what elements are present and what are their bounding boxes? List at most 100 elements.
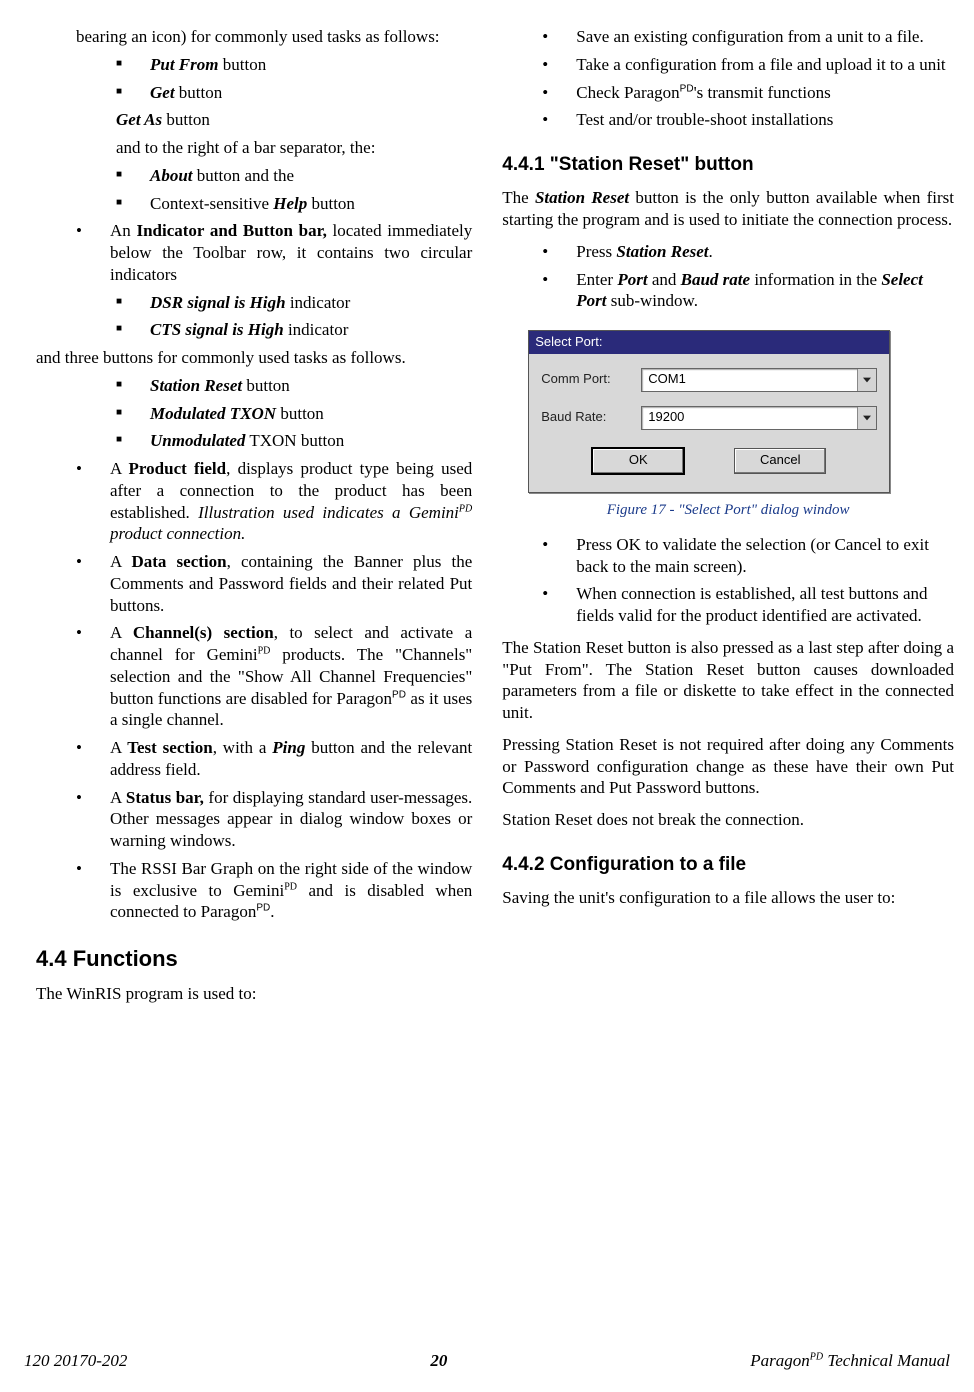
list-text: A Channel(s) section, to select and acti… <box>110 622 472 731</box>
station-reset-p3: Pressing Station Reset is not required a… <box>502 734 954 799</box>
chevron-down-icon[interactable] <box>857 369 876 391</box>
figure-caption: Figure 17 - "Select Port" dialog window <box>502 501 954 520</box>
sub-list-text: Context-sensitive Help button <box>150 193 472 215</box>
sub-list-item: ■CTS signal is High indicator <box>36 319 472 341</box>
bullet-dot: • <box>76 551 110 616</box>
bullet-dot: • <box>76 220 110 285</box>
baud-rate-combo[interactable]: 19200 <box>641 406 877 430</box>
list-item: •Enter Port and Baud rate information in… <box>502 269 954 313</box>
square-bullet-icon: ■ <box>116 292 150 314</box>
sub-list-text: Get button <box>150 82 472 104</box>
bullet-dot: • <box>542 269 576 313</box>
three-buttons-note: and three buttons for commonly used task… <box>36 347 472 369</box>
sub-list-text: Station Reset button <box>150 375 472 397</box>
left-column: bearing an icon) for commonly used tasks… <box>20 20 472 1342</box>
bullet-dot: • <box>542 241 576 263</box>
dialog-body: Comm Port: COM1 Baud Rate: 192 <box>529 354 889 492</box>
getas-line: Get As button <box>36 109 472 131</box>
list-text: A Data section, containing the Banner pl… <box>110 551 472 616</box>
page-number: 20 <box>430 1350 447 1372</box>
heading-station-reset: 4.4.1 "Station Reset" button <box>502 153 954 177</box>
sub-list-text: Modulated TXON button <box>150 403 472 425</box>
square-bullet-icon: ■ <box>116 319 150 341</box>
square-bullet-icon: ■ <box>116 375 150 397</box>
list-text: A Test section, with a Ping button and t… <box>110 737 472 781</box>
sub-list-item: ■Modulated TXON button <box>36 403 472 425</box>
sub-list-item: ■Get button <box>36 82 472 104</box>
right-column: •Save an existing configuration from a u… <box>502 20 954 1342</box>
page: bearing an icon) for commonly used tasks… <box>0 0 974 1392</box>
dialog-buttons: OK Cancel <box>541 444 877 484</box>
sub-list-item: ■Put From button <box>36 54 472 76</box>
sub-list-text: About button and the <box>150 165 472 187</box>
list-item: •When connection is established, all tes… <box>502 583 954 627</box>
bullet-dot: • <box>76 737 110 781</box>
functions-intro: The WinRIS program is used to: <box>36 983 472 1005</box>
square-bullet-icon: ■ <box>116 193 150 215</box>
chevron-down-icon[interactable] <box>857 407 876 429</box>
list-text: Test and/or trouble-shoot installations <box>576 109 954 131</box>
comm-port-combo[interactable]: COM1 <box>641 368 877 392</box>
list-item: •A Status bar, for displaying standard u… <box>36 787 472 852</box>
square-bullet-icon: ■ <box>116 165 150 187</box>
list-item: •Take a configuration from a file and up… <box>502 54 954 76</box>
square-bullet-icon: ■ <box>116 54 150 76</box>
sub-list-text: CTS signal is High indicator <box>150 319 472 341</box>
list-text: The RSSI Bar Graph on the right side of … <box>110 858 472 923</box>
bullet-dot: • <box>542 26 576 48</box>
sub-list-text: Put From button <box>150 54 472 76</box>
list-item: •A Channel(s) section, to select and act… <box>36 622 472 731</box>
page-footer: 120 20170-202 20 ParagonPD Technical Man… <box>20 1342 954 1392</box>
list-item: •Press OK to validate the selection (or … <box>502 534 954 578</box>
list-item: •A Test section, with a Ping button and … <box>36 737 472 781</box>
station-reset-desc: The Station Reset button is the only but… <box>502 187 954 231</box>
heading-config-file: 4.4.2 Configuration to a file <box>502 853 954 877</box>
list-item: •A Product field, displays product type … <box>36 458 472 545</box>
config-file-intro: Saving the unit's configuration to a fil… <box>502 887 954 909</box>
square-bullet-icon: ■ <box>116 82 150 104</box>
baud-rate-row: Baud Rate: 19200 <box>541 406 877 430</box>
list-item: •Test and/or trouble-shoot installations <box>502 109 954 131</box>
list-text: Enter Port and Baud rate information in … <box>576 269 954 313</box>
baud-rate-label: Baud Rate: <box>541 409 641 426</box>
list-text: When connection is established, all test… <box>576 583 954 627</box>
list-text: Take a configuration from a file and upl… <box>576 54 954 76</box>
list-text: Check ParagonPD's transmit functions <box>576 82 954 104</box>
station-reset-p2: The Station Reset button is also pressed… <box>502 637 954 724</box>
square-bullet-icon: ■ <box>116 430 150 452</box>
sub-list-item: ■Unmodulated TXON button <box>36 430 472 452</box>
select-port-figure: Select Port: Comm Port: COM1 <box>528 330 954 493</box>
separator-note: and to the right of a bar separator, the… <box>36 137 472 159</box>
list-item: •A Data section, containing the Banner p… <box>36 551 472 616</box>
heading-functions: 4.4 Functions <box>36 945 472 973</box>
list-item: •Press Station Reset. <box>502 241 954 263</box>
ok-button[interactable]: OK <box>592 448 684 474</box>
cancel-button[interactable]: Cancel <box>734 448 826 474</box>
select-port-dialog: Select Port: Comm Port: COM1 <box>528 330 890 493</box>
comm-port-value: COM1 <box>642 369 857 391</box>
sub-list-item: ■DSR signal is High indicator <box>36 292 472 314</box>
bullet-dot: • <box>542 534 576 578</box>
doc-number: 120 20170-202 <box>24 1350 127 1372</box>
list-item: •Save an existing configuration from a u… <box>502 26 954 48</box>
sub-list-item: ■About button and the <box>36 165 472 187</box>
comm-port-label: Comm Port: <box>541 371 641 388</box>
content-columns: bearing an icon) for commonly used tasks… <box>20 20 954 1342</box>
list-text: Press OK to validate the selection (or C… <box>576 534 954 578</box>
bullet-dot: • <box>76 787 110 852</box>
list-item: •The RSSI Bar Graph on the right side of… <box>36 858 472 923</box>
list-text: Save an existing configuration from a un… <box>576 26 954 48</box>
bullet-dot: • <box>76 458 110 545</box>
list-text: A Product field, displays product type b… <box>110 458 472 545</box>
bullet-dot: • <box>542 583 576 627</box>
dialog-titlebar: Select Port: <box>529 331 889 354</box>
bullet-dot: • <box>542 54 576 76</box>
square-bullet-icon: ■ <box>116 403 150 425</box>
list-text: Press Station Reset. <box>576 241 954 263</box>
list-item: •Check ParagonPD's transmit functions <box>502 82 954 104</box>
sub-list-text: DSR signal is High indicator <box>150 292 472 314</box>
bullet-indicator-bar: • An Indicator and Button bar, located i… <box>36 220 472 285</box>
comm-port-row: Comm Port: COM1 <box>541 368 877 392</box>
station-reset-p4: Station Reset does not break the connect… <box>502 809 954 831</box>
sub-list-item: ■Context-sensitive Help button <box>36 193 472 215</box>
